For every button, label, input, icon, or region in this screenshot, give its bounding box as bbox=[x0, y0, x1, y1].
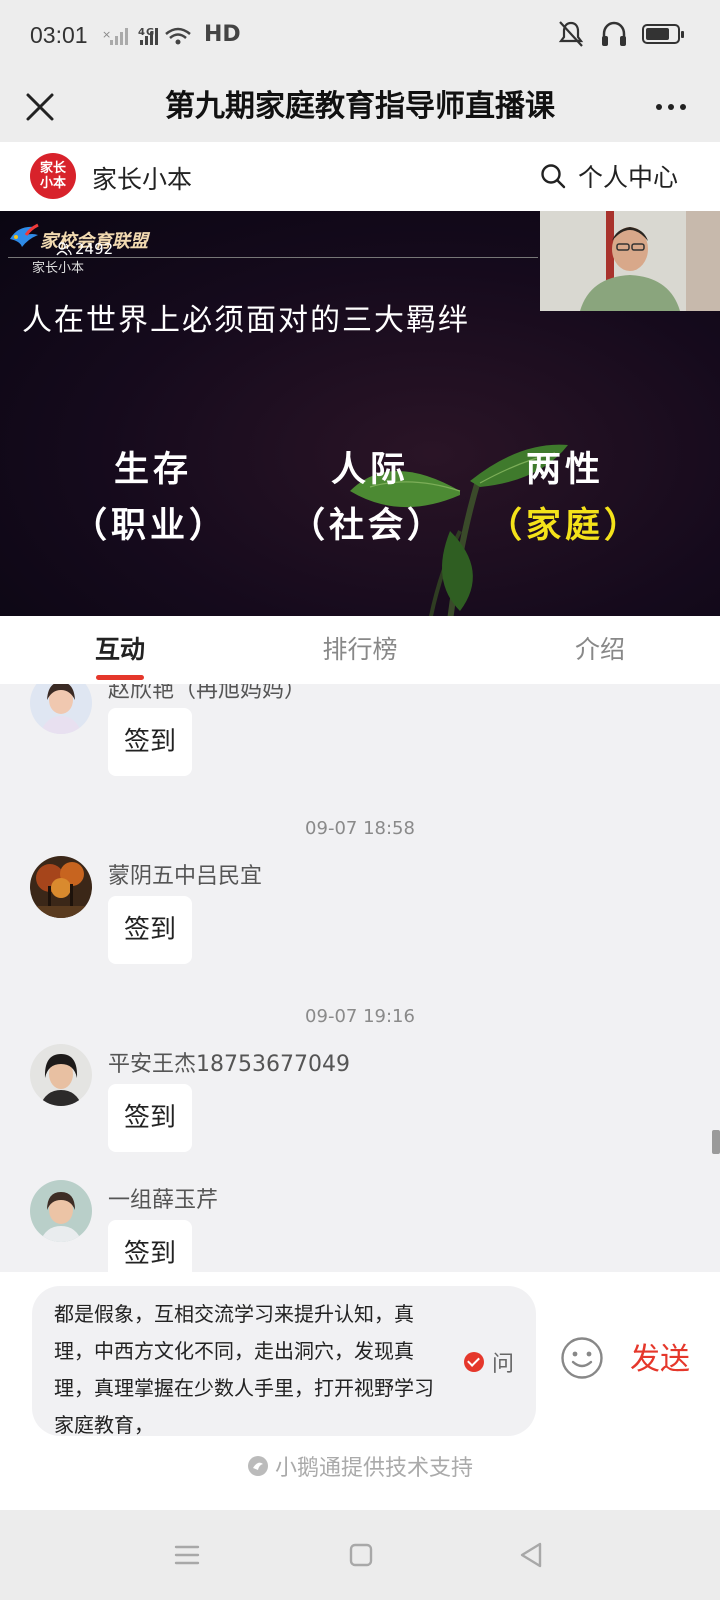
chat-sender: 平安王杰18753677049 bbox=[108, 1052, 350, 1077]
back-icon[interactable] bbox=[516, 1540, 546, 1570]
close-button[interactable] bbox=[18, 84, 64, 130]
slide-term-title: 人际 bbox=[330, 449, 409, 490]
chat-bubble[interactable]: 签到 bbox=[108, 896, 193, 964]
search-icon[interactable] bbox=[540, 163, 566, 189]
presenter-video[interactable] bbox=[540, 211, 720, 311]
chat-sender: 赵欣艳（冉旭妈妈） bbox=[108, 684, 307, 703]
message-input[interactable]: 都是假象，互相交流学习来提升认知，真理，中西方文化不同，走出洞穴，发现真理，真理… bbox=[32, 1286, 536, 1437]
smiley-icon bbox=[561, 1337, 603, 1379]
message-composer: 都是假象，互相交流学习来提升认知，真理，中西方文化不同，走出洞穴，发现真理，真理… bbox=[0, 1272, 720, 1510]
message-input-text[interactable]: 都是假象，互相交流学习来提升认知，真理，中西方文化不同，走出洞穴，发现真理，真理… bbox=[54, 1296, 452, 1444]
avatar[interactable] bbox=[30, 856, 92, 918]
chat-list[interactable]: 赵欣艳（冉旭妈妈） 签到 09-07 18:58 蒙阴五中吕民宜 签到 09-0… bbox=[0, 684, 720, 1272]
send-button[interactable]: 发送 bbox=[630, 1334, 690, 1378]
viewer-count: 2492 bbox=[56, 240, 113, 258]
personal-center-link[interactable]: 个人中心 bbox=[540, 158, 678, 194]
chat-timestamp: 09-07 19:16 bbox=[305, 1006, 415, 1027]
shop-name[interactable]: 家长小本 bbox=[92, 160, 192, 196]
chat-timestamp: 09-07 18:58 bbox=[305, 818, 415, 839]
slide-term-sub-highlight: （家庭） bbox=[486, 505, 643, 546]
shop-header: 家长小本 家长小本 个人中心 bbox=[0, 142, 720, 211]
svg-text:×: × bbox=[102, 28, 112, 41]
slide-term-sub: （社会） bbox=[289, 505, 446, 546]
tab-leaderboard[interactable]: 排行榜 bbox=[240, 616, 480, 684]
slide-heading: 人在世界上必须面对的三大羁绊 bbox=[22, 303, 470, 338]
avatar[interactable] bbox=[30, 1044, 92, 1106]
emoji-button[interactable] bbox=[560, 1336, 604, 1384]
home-icon[interactable] bbox=[346, 1540, 376, 1570]
tab-bar: 互动 排行榜 介绍 bbox=[0, 616, 720, 684]
presenter-image bbox=[540, 211, 720, 311]
status-time: 03:01 bbox=[30, 22, 88, 48]
close-icon bbox=[26, 93, 54, 121]
chat-sender: 蒙阴五中吕民宜 bbox=[108, 864, 263, 889]
slide-term-title: 两性 bbox=[525, 449, 604, 490]
xiaoe-logo-icon bbox=[247, 1456, 268, 1476]
live-video-player[interactable]: 家校会育联盟 2492 家长小本 人在世界上必须面对的三大羁绊 生存 （职业） … bbox=[0, 211, 720, 616]
chat-bubble[interactable]: 签到 bbox=[108, 1220, 193, 1272]
battery-icon bbox=[642, 24, 684, 44]
shop-logo[interactable]: 家长小本 bbox=[30, 153, 76, 199]
personal-center-label: 个人中心 bbox=[577, 163, 678, 192]
tech-support-footer: 小鹅通提供技术支持 bbox=[0, 1450, 720, 1482]
avatar[interactable] bbox=[30, 1180, 92, 1242]
slide-term-title: 生存 bbox=[113, 449, 192, 490]
checkmark-icon bbox=[463, 1352, 484, 1372]
video-watermark: 家长小本 bbox=[32, 261, 85, 276]
more-button[interactable] bbox=[648, 84, 694, 130]
chat-bubble[interactable]: 签到 bbox=[108, 1084, 193, 1152]
slide-term-sub: （职业） bbox=[71, 505, 228, 546]
avatar-image bbox=[30, 1180, 92, 1242]
chat-sender: 一组薛玉芹 bbox=[108, 1188, 219, 1213]
avatar-image bbox=[30, 856, 92, 918]
status-bar: 03:01 × 4G HD bbox=[0, 0, 720, 72]
avatar-image bbox=[30, 1044, 92, 1106]
ask-label: 问 bbox=[491, 1352, 514, 1377]
tab-interaction[interactable]: 互动 bbox=[0, 616, 240, 684]
mute-vibrate-icon bbox=[558, 21, 584, 47]
headphones-icon bbox=[602, 21, 626, 46]
more-icon bbox=[656, 104, 662, 110]
menu-icon[interactable] bbox=[172, 1540, 202, 1570]
avatar-image bbox=[30, 684, 92, 734]
ask-question-toggle[interactable]: 问 bbox=[463, 1346, 514, 1378]
title-bar: 第九期家庭教育指导师直播课 bbox=[0, 72, 720, 142]
brand-bird-icon bbox=[10, 223, 39, 247]
chat-scrollbar[interactable] bbox=[712, 1130, 720, 1154]
system-nav-bar bbox=[0, 1510, 720, 1600]
hd-label: HD bbox=[204, 22, 241, 47]
page-title: 第九期家庭教育指导师直播课 bbox=[165, 89, 555, 124]
viewer-icon bbox=[56, 242, 72, 256]
tab-introduction[interactable]: 介绍 bbox=[480, 616, 720, 684]
chat-bubble[interactable]: 签到 bbox=[108, 708, 193, 776]
avatar[interactable] bbox=[30, 684, 92, 734]
